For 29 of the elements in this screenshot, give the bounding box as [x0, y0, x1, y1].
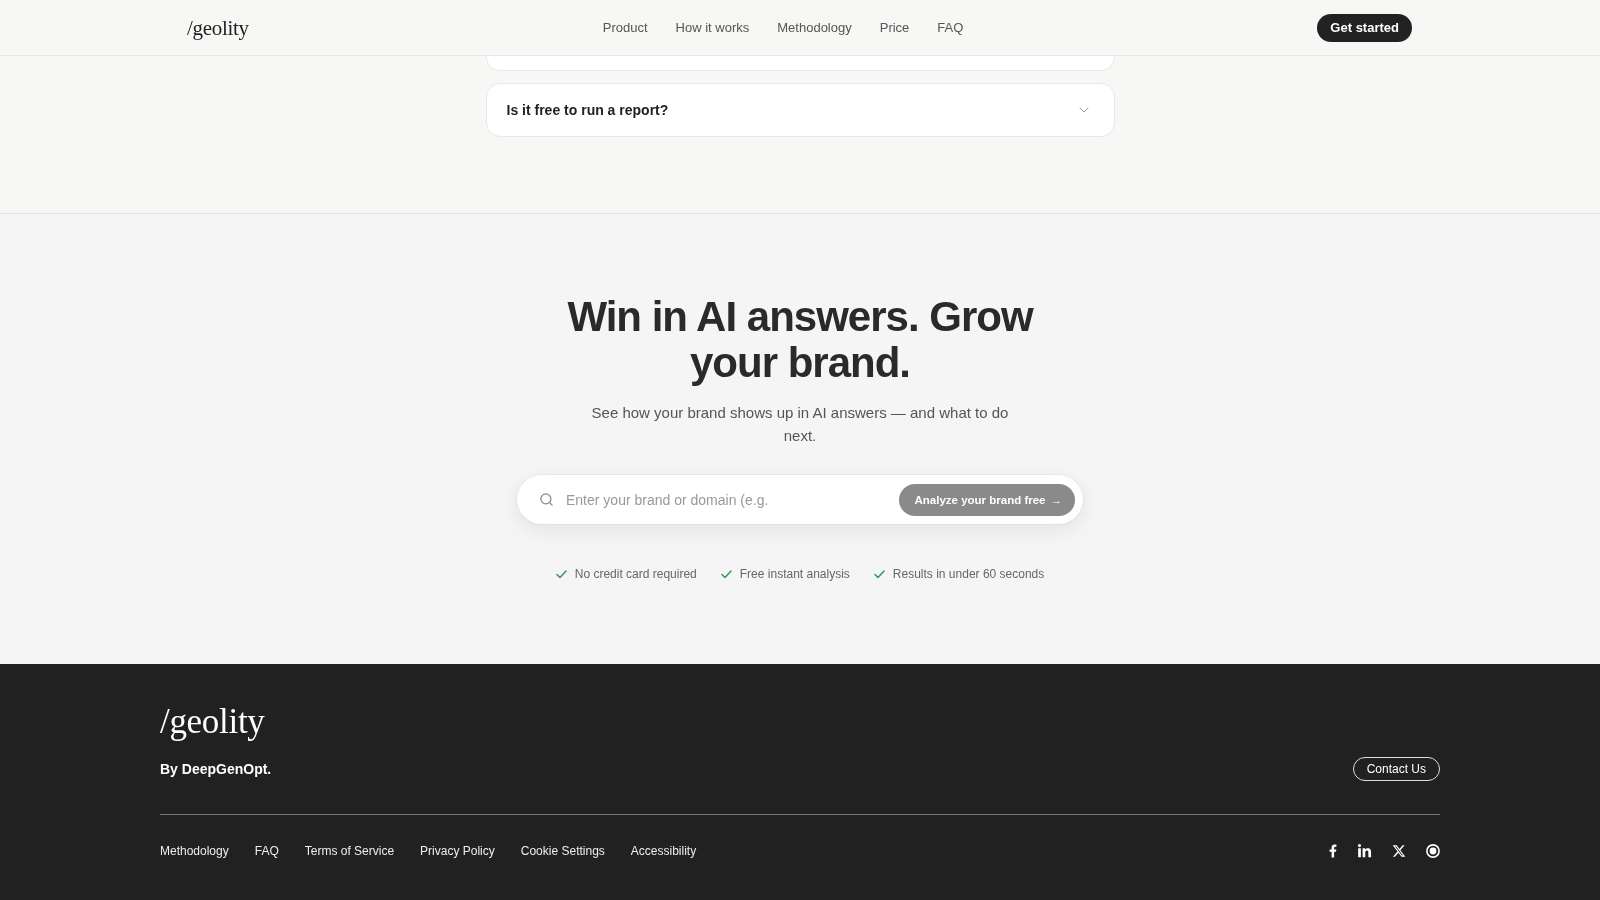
search-icon [539, 492, 554, 507]
perk-text: Free instant analysis [739, 566, 850, 582]
nav-link[interactable]: How it works [675, 20, 750, 35]
nav-link[interactable]: FAQ [937, 20, 964, 35]
footer-link[interactable]: FAQ [254, 843, 279, 859]
circle-dot-icon[interactable] [1426, 844, 1440, 858]
x-logo-icon[interactable] [1392, 844, 1406, 858]
logo[interactable]: /geolity [187, 15, 249, 40]
footer-link[interactable]: Privacy Policy [420, 843, 495, 859]
check-icon [873, 569, 885, 579]
footer-logo: /geolity [160, 702, 265, 742]
perk-text: Results in under 60 seconds [892, 566, 1045, 582]
linkedin-icon[interactable] [1357, 843, 1372, 859]
footer-link[interactable]: Methodology [160, 843, 229, 859]
facebook-icon[interactable] [1329, 844, 1337, 858]
footer-link[interactable]: Terms of Service [304, 843, 395, 859]
byline: By DeepGenOpt. [160, 760, 272, 778]
nav-link[interactable]: Methodology [777, 20, 852, 35]
cta-subtitle: See how your brand shows up in AI answers — and what to do next. [590, 403, 1010, 446]
faq-item[interactable]: Is it free to run a report? [485, 83, 1115, 137]
check-icon [555, 569, 567, 579]
nav-link[interactable]: Price [879, 20, 910, 35]
cta-heading: Win in AI answers. Grow your brand. [566, 294, 1035, 386]
footer-link[interactable]: Cookie Settings [520, 843, 605, 859]
perk-text: No credit card required [574, 566, 697, 582]
get-started-button[interactable]: Get started [1317, 13, 1412, 42]
footer-link[interactable]: Accessibility [630, 843, 697, 859]
nav-link[interactable]: Product [602, 20, 648, 35]
check-icon [720, 569, 732, 579]
